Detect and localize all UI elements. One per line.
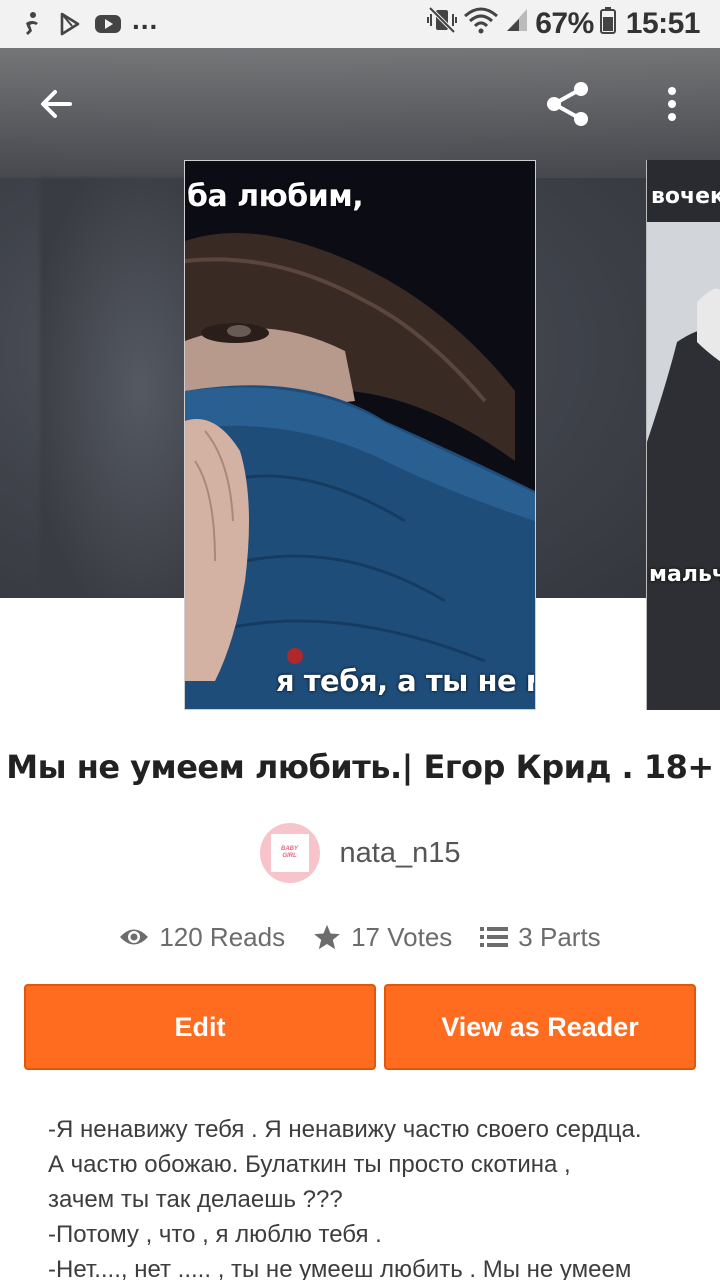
story-title: Мы не умеем любить.| Егор Крид . 18+	[6, 748, 714, 786]
edit-button[interactable]: Edit	[24, 984, 376, 1070]
author-avatar[interactable]: BABY GIRL	[259, 823, 320, 883]
list-icon	[480, 925, 509, 949]
battery-icon	[599, 6, 616, 42]
author-row: BABY GIRL nata_n15	[0, 822, 720, 884]
status-right-icons: 67% 15:51	[427, 6, 701, 42]
share-icon	[547, 82, 588, 126]
status-clock: 15:51	[625, 7, 701, 40]
story-stats: 120 Reads 17 Votes 3 Parts	[0, 916, 720, 958]
cover-caption-top: ба любим,	[187, 179, 364, 214]
star-icon	[313, 923, 341, 951]
view-as-reader-button[interactable]: View as Reader	[384, 984, 696, 1070]
description-line: -Я ненавижу тебя . Я ненавижу частю свое…	[48, 1116, 642, 1143]
back-button[interactable]	[30, 80, 82, 128]
cover-caption-bottom: я тебя, а ты не м	[276, 664, 534, 698]
story-cover[interactable]: ба любим,	[184, 160, 536, 710]
next-cover-caption-bottom: мальч	[649, 562, 720, 587]
description-line: -Потому , что , я люблю тебя .	[48, 1221, 382, 1248]
mute-vibrate-icon	[427, 6, 458, 42]
battery-percent: 67%	[535, 7, 594, 40]
notification-overflow: ...	[132, 4, 159, 35]
eye-icon	[119, 926, 149, 948]
avatar-image: BABY GIRL	[270, 834, 309, 872]
description-line: -Нет...., нет ..... , ты не умееш любить…	[48, 1256, 632, 1280]
cover-caption-bottom-wrapper: я тебя, а ты не м	[276, 664, 534, 698]
next-story-cover[interactable]: вочек мальч	[646, 160, 720, 710]
reads-stat: 120 Reads	[119, 922, 285, 953]
avatar-text-line1: BABY	[281, 846, 299, 852]
play-store-icon	[56, 10, 84, 38]
youtube-icon	[94, 10, 122, 38]
status-bar: ... 67% 15:51	[0, 0, 720, 48]
more-vert-icon	[668, 87, 676, 121]
votes-count: 17 Votes	[351, 921, 453, 952]
reads-count: 120 Reads	[159, 921, 286, 952]
votes-stat: 17 Votes	[313, 922, 452, 953]
next-cover-art-image	[647, 222, 720, 710]
more-options-button[interactable]	[650, 78, 694, 130]
arrow-back-icon	[41, 90, 72, 118]
share-button[interactable]	[540, 78, 596, 130]
author-name[interactable]: nata_n15	[340, 837, 461, 870]
story-description: -Я ненавижу тебя . Я ненавижу частю свое…	[48, 1112, 688, 1280]
status-left-icons: ...	[18, 4, 159, 40]
parts-stat: 3 Parts	[480, 921, 601, 953]
parts-count: 3 Parts	[518, 921, 601, 952]
backdrop-band	[0, 48, 720, 178]
next-cover-caption-top: вочек	[651, 184, 720, 209]
story-details-screen: ... 67% 15:51 ба любим, я тебя, а ты не …	[0, 0, 720, 1280]
description-line: А частю обожаю. Булаткин ты просто скоти…	[48, 1151, 571, 1178]
signal-icon	[505, 7, 529, 41]
description-line: зачем ты так делаешь ???	[48, 1186, 343, 1213]
accessibility-icon	[18, 10, 46, 38]
wifi-icon	[463, 6, 499, 42]
cover-art-image	[185, 161, 535, 709]
avatar-text-line2: GIRL	[282, 853, 297, 859]
